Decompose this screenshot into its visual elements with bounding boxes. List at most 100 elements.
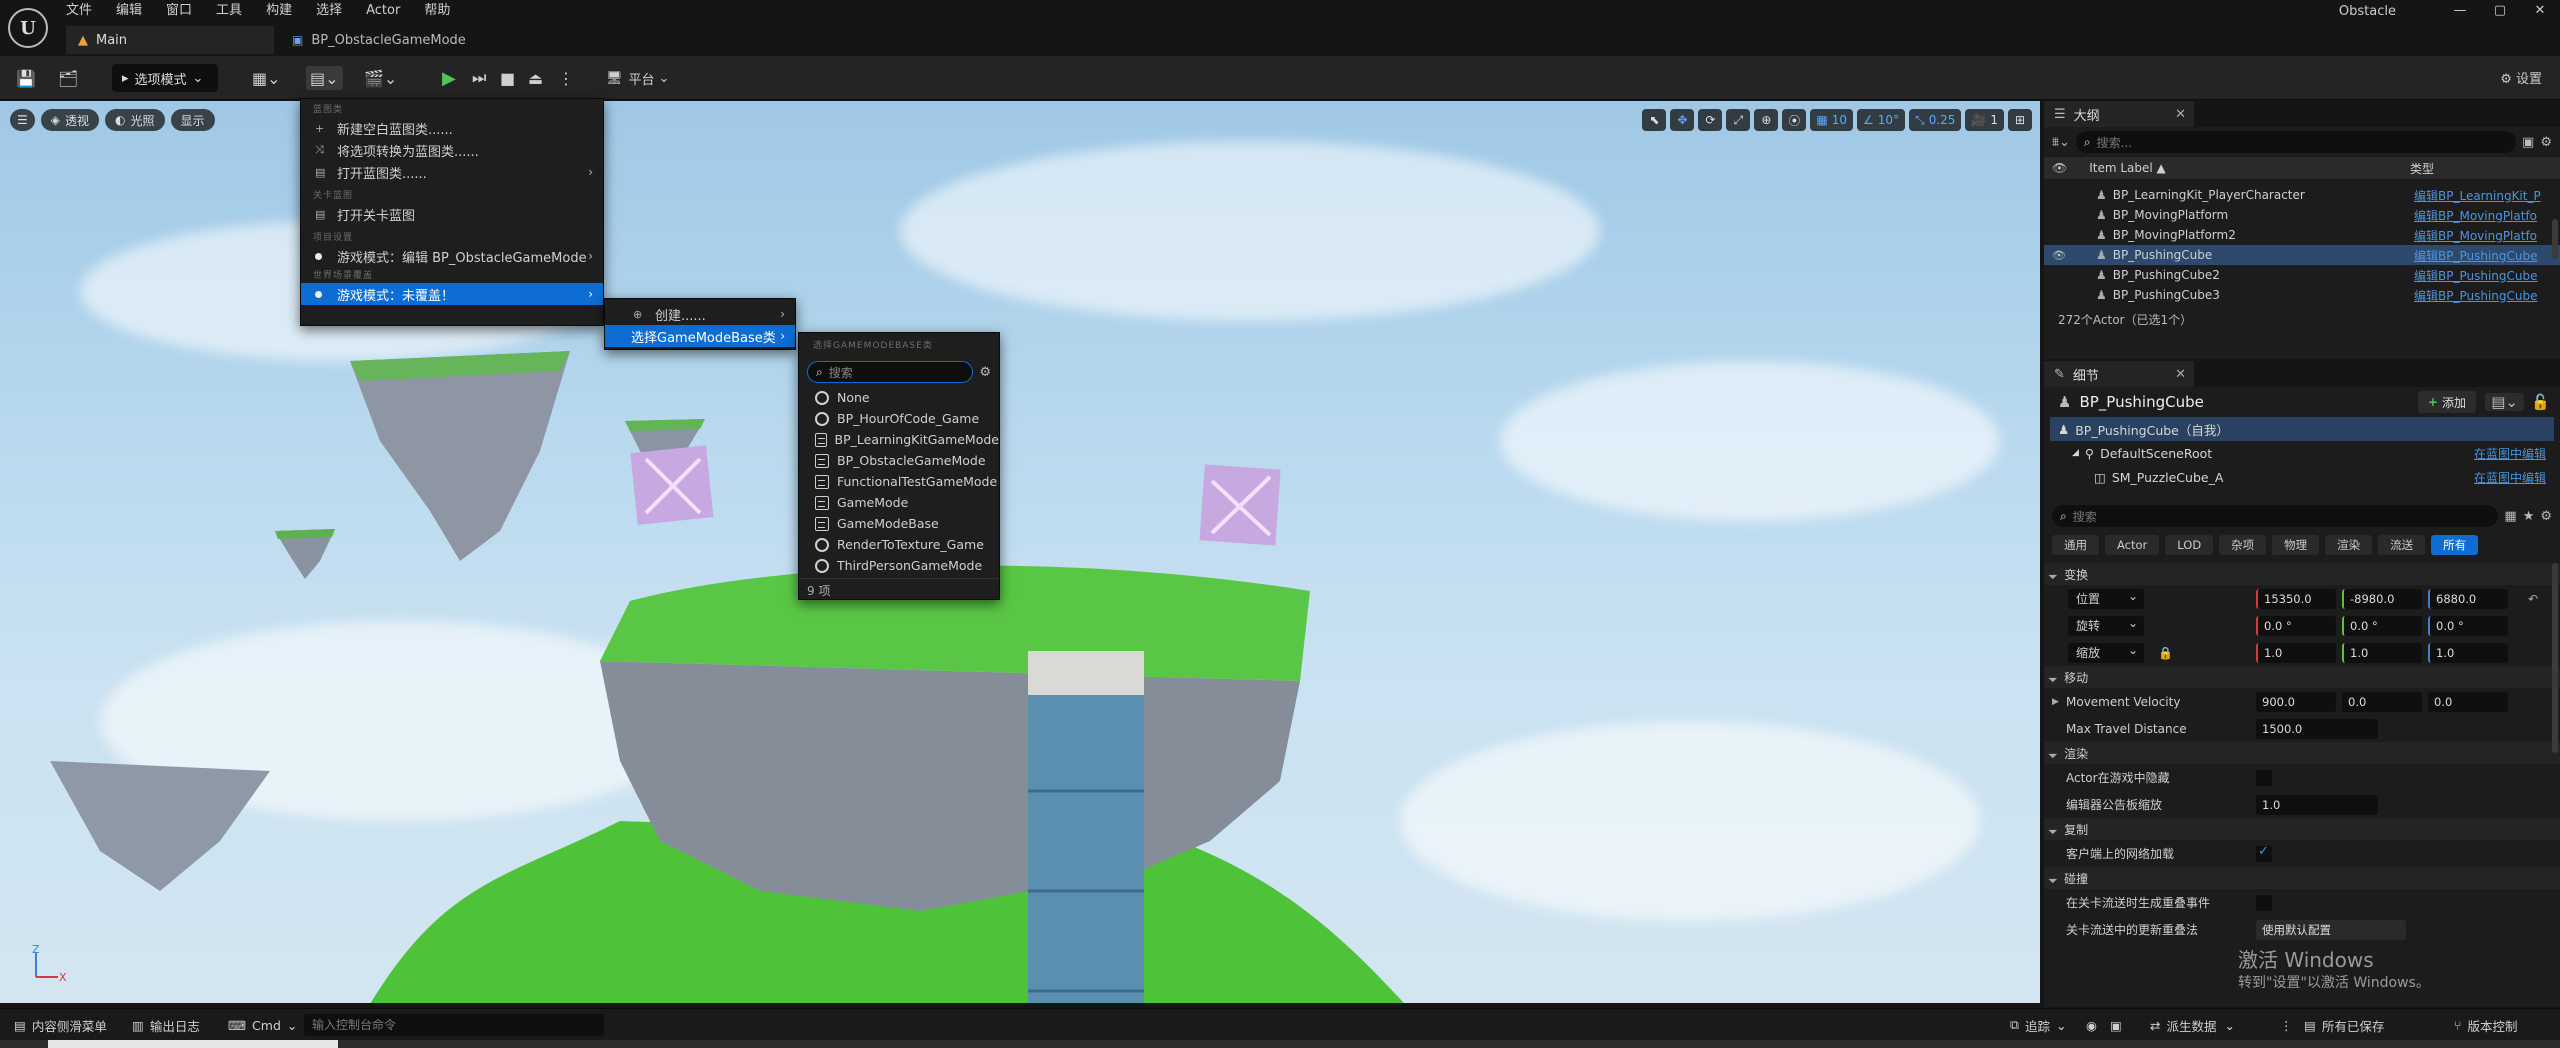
select-gamemodebase-item[interactable]: 选择GameModeBase类 › (605, 325, 795, 347)
menu-select[interactable]: 选择 (316, 0, 358, 22)
menu-edit[interactable]: 编辑 (116, 0, 158, 22)
close-icon[interactable]: ✕ (2175, 367, 2186, 382)
camera-speed-button[interactable]: 🎥 1 (1965, 109, 2004, 131)
rotation-y-input[interactable]: 0.0 ° (2342, 615, 2422, 636)
actor-type-link[interactable]: 编辑BP_PushingCube (2414, 287, 2544, 304)
screenshot-icon[interactable]: ▣ (2110, 1015, 2122, 1035)
create-item[interactable]: ⊕ 创建...... › (605, 303, 795, 325)
visibility-icon[interactable]: 👁 (2052, 249, 2066, 262)
net-load-checkbox[interactable] (2256, 844, 2272, 862)
filter-physics[interactable]: 物理 (2272, 535, 2320, 555)
filter-lod[interactable]: LOD (2165, 535, 2214, 555)
table-row[interactable]: BP_MovingPlatform 编辑BP_MovingPlatfo (2044, 205, 2560, 225)
location-z-input[interactable]: 6880.0 (2428, 588, 2508, 609)
gamemode-option[interactable]: RenderToTexture_Game (799, 534, 999, 555)
actor-type-link[interactable]: 编辑BP_MovingPlatfo (2414, 207, 2544, 224)
eject-icon[interactable]: ⏏ (528, 66, 543, 90)
rotate-icon[interactable]: ⟳ (1698, 109, 1723, 131)
star-icon[interactable]: ★ (2523, 509, 2535, 524)
category-transform[interactable]: 变换 (2044, 563, 2560, 585)
velocity-y-input[interactable]: 0.0 (2342, 691, 2422, 712)
trace-button[interactable]: ⧉ 追踪 ⌄ (2010, 1015, 2066, 1035)
table-row[interactable]: BP_MovingPlatform2 编辑BP_MovingPlatfo (2044, 225, 2560, 245)
scale-dropdown[interactable]: 缩放 (2068, 640, 2144, 663)
open-level-blueprint-item[interactable]: ▤ 打开关卡蓝图 (301, 203, 603, 225)
gear-icon[interactable]: ⚙ (2540, 509, 2552, 524)
location-dropdown[interactable]: 位置 (2068, 586, 2144, 609)
viewport-layout-icon[interactable]: ⊞ (2008, 109, 2032, 131)
menu-actor[interactable]: Actor (366, 0, 416, 22)
scale-x-input[interactable]: 1.0 (2256, 642, 2336, 663)
table-row[interactable]: BP_PushingCube3 编辑BP_PushingCube (2044, 285, 2560, 305)
derived-data-button[interactable]: ⇄ 派生数据 ⌄ (2150, 1015, 2235, 1035)
table-row[interactable]: BP_LearningKit_PlayerCharacter 编辑BP_Learn… (2044, 185, 2560, 205)
actor-type-link[interactable]: 编辑BP_PushingCube (2414, 247, 2544, 264)
billboard-scale-input[interactable]: 1.0 (2256, 794, 2378, 815)
outliner-scrollbar[interactable] (2552, 219, 2558, 259)
actor-type-link[interactable]: 编辑BP_PushingCube (2414, 267, 2544, 284)
filter-rendering[interactable]: 渲染 (2325, 535, 2373, 555)
max-travel-distance-input[interactable]: 1500.0 (2256, 718, 2378, 739)
category-collision[interactable]: 碰撞 (2044, 867, 2560, 889)
column-item-label[interactable]: Item Label ▲ (2089, 161, 2166, 175)
settings-button[interactable]: ⚙ 设置 (2500, 68, 2542, 87)
table-row-selected[interactable]: 👁 BP_PushingCube 编辑BP_PushingCube (2044, 245, 2560, 265)
menu-tools[interactable]: 工具 (216, 0, 258, 22)
save-all-button[interactable]: ▤ 所有已保存 (2304, 1015, 2384, 1035)
gear-icon[interactable]: ⚙ (2540, 135, 2552, 150)
picker-search-input[interactable]: ⌕ 搜索 (807, 361, 974, 383)
viewport-menu-icon[interactable]: ☰ (10, 109, 35, 131)
velocity-z-input[interactable]: 0.0 (2428, 691, 2508, 712)
world-gamemode-override-item[interactable]: 游戏模式：未覆盖！ › (301, 283, 603, 305)
gear-icon[interactable]: ⚙ (979, 365, 991, 380)
filter-misc[interactable]: 杂项 (2219, 535, 2267, 555)
edit-in-blueprint-link[interactable]: 在蓝图中编辑 (2474, 469, 2546, 486)
velocity-x-input[interactable]: 900.0 (2256, 691, 2336, 712)
rotation-x-input[interactable]: 0.0 ° (2256, 615, 2336, 636)
gamemode-option[interactable]: GameModeBase (799, 513, 999, 534)
category-movement[interactable]: 移动 (2044, 666, 2560, 688)
open-blueprint-class-item[interactable]: ▤ 打开蓝图类...... › (301, 161, 603, 183)
actor-hidden-checkbox[interactable] (2256, 769, 2272, 786)
add-component-button[interactable]: + 添加 (2417, 391, 2476, 413)
add-folder-icon[interactable]: ▣ (2522, 135, 2534, 150)
lock-icon[interactable]: 🔓 (2531, 393, 2550, 411)
tab-bp-obstacle-gamemode[interactable]: ▣ BP_ObstacleGameMode (280, 26, 478, 54)
filter-streaming[interactable]: 流送 (2378, 535, 2426, 555)
maximize-button[interactable]: ▢ (2480, 0, 2520, 24)
tab-outliner[interactable]: ☰ 大纲 ✕ (2044, 101, 2194, 127)
perspective-button[interactable]: ◈ 透视 (40, 109, 100, 131)
blueprint-menu-icon[interactable]: ▤⌄ (306, 66, 343, 90)
select-mode-icon[interactable]: ⬉ (1642, 109, 1667, 131)
translate-icon[interactable]: ✥ (1670, 109, 1695, 131)
update-method-dropdown[interactable]: 使用默认配置 (2256, 919, 2406, 940)
close-icon[interactable]: ✕ (2175, 107, 2186, 122)
gamemode-option[interactable]: BP_ObstacleGameMode (799, 450, 999, 471)
cmd-dropdown[interactable]: ⌨ Cmd ⌄ (228, 1015, 297, 1035)
table-view-icon[interactable]: ▦ (2504, 509, 2516, 524)
overlap-events-checkbox[interactable] (2256, 894, 2272, 911)
close-button[interactable]: ✕ (2520, 0, 2560, 24)
world-space-icon[interactable]: ⊕ (1754, 109, 1779, 131)
edit-in-blueprint-link[interactable]: 在蓝图中编辑 (2474, 445, 2546, 462)
gamemode-option[interactable]: ThirdPersonGameMode (799, 555, 999, 576)
actor-type-link[interactable]: 编辑BP_LearningKit_P (2414, 187, 2544, 204)
rotation-dropdown[interactable]: 旋转 (2068, 613, 2144, 636)
more-icon[interactable]: ⋮ (2280, 1015, 2293, 1035)
scale-z-input[interactable]: 1.0 (2428, 642, 2508, 663)
surface-snap-icon[interactable]: ⦿ (1782, 109, 1807, 131)
minimize-button[interactable]: — (2440, 0, 2480, 24)
component-default-scene-root[interactable]: ◢ ⚲ DefaultSceneRoot 在蓝图中编辑 (2044, 441, 2560, 465)
scale-icon[interactable]: ⤢ (1726, 109, 1751, 131)
category-rendering[interactable]: 渲染 (2044, 742, 2560, 764)
pushing-cube[interactable] (628, 441, 718, 531)
menu-help[interactable]: 帮助 (424, 0, 466, 22)
angle-snap-button[interactable]: ∠ 10° (1857, 109, 1906, 131)
column-type[interactable]: 类型 (2410, 160, 2434, 177)
lit-button[interactable]: ◐ 光照 (105, 109, 165, 131)
content-browser-icon[interactable]: 🗂 (58, 66, 78, 90)
location-y-input[interactable]: -8980.0 (2342, 588, 2422, 609)
console-command-input[interactable]: 输入控制台命令 (304, 1014, 604, 1036)
pushing-cube[interactable] (1196, 461, 1286, 551)
stop-icon[interactable]: ■ (500, 66, 515, 90)
